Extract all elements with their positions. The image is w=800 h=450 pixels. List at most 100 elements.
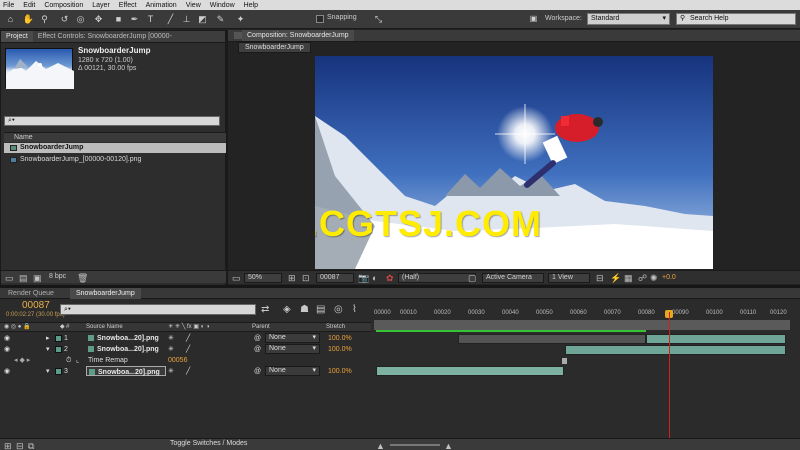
timeline-current-time[interactable]: 00087	[22, 300, 50, 311]
stretch-value[interactable]: 100.0%	[328, 366, 352, 377]
brush-icon[interactable]: ╱	[164, 13, 177, 25]
stretch-value[interactable]: 100.0%	[328, 344, 352, 355]
in-out-icon[interactable]: ⧉	[28, 440, 34, 450]
puppet-pin-icon[interactable]: ✦	[234, 13, 247, 25]
comp-subtab[interactable]: SnowboarderJump	[238, 42, 311, 53]
layer-1-bar-before[interactable]	[458, 334, 646, 344]
zoom-out-icon[interactable]: ▲	[376, 440, 385, 450]
pan-behind-icon[interactable]: ✥	[92, 13, 105, 25]
menu-window[interactable]: Window	[210, 2, 235, 9]
hand-icon[interactable]: ✋	[22, 13, 35, 25]
hide-shy-layers-icon[interactable]: ☗	[300, 304, 309, 315]
always-preview-icon[interactable]: ▭	[232, 272, 241, 284]
snap-options-icon[interactable]: ⤡	[372, 13, 385, 25]
bpc-label[interactable]: 8 bpc	[49, 273, 66, 280]
tab-snowboarderjump[interactable]: SnowboarderJump	[70, 288, 141, 299]
expand-arrow-icon[interactable]: ▾	[46, 344, 50, 355]
comp-mini-flowchart-icon[interactable]: ⇄	[261, 304, 269, 315]
work-area-bar[interactable]	[374, 320, 790, 330]
label-color-swatch[interactable]	[55, 335, 62, 342]
magnification-select[interactable]: 50%	[244, 273, 282, 283]
new-comp-icon[interactable]: ▣	[33, 272, 42, 284]
tab-composition[interactable]: Composition: SnowboarderJump	[242, 30, 354, 41]
rectangle-mask-icon[interactable]: ■	[112, 13, 125, 25]
resolution-select[interactable]: (Half)	[398, 273, 476, 283]
label-color-swatch[interactable]	[55, 368, 62, 375]
project-row-comp[interactable]: SnowboarderJump	[4, 143, 226, 153]
shy-switch-icon[interactable]: ✳	[168, 344, 174, 355]
exposure-icon[interactable]: ✺	[650, 272, 658, 284]
layer-1-bar[interactable]	[646, 334, 786, 344]
menu-view[interactable]: View	[186, 2, 201, 9]
motion-blur-icon[interactable]: ◎	[334, 304, 343, 315]
layer-switches-icon[interactable]: ⊞	[4, 440, 12, 450]
roto-brush-icon[interactable]: ✎	[214, 13, 227, 25]
column-stretch[interactable]: Stretch	[326, 323, 345, 332]
parent-pickwhip-icon[interactable]: @	[254, 333, 261, 344]
menu-help[interactable]: Help	[244, 2, 258, 9]
stretch-value[interactable]: 100.0%	[328, 333, 352, 344]
stopwatch-icon[interactable]: ⏱	[66, 355, 71, 366]
panel-menu-icon[interactable]	[234, 32, 242, 39]
search-help-input[interactable]: ⚲ Search Help	[676, 13, 796, 25]
parent-pickwhip-icon[interactable]: @	[254, 344, 261, 355]
menu-effect[interactable]: Effect	[119, 2, 137, 9]
toggle-switches-modes-button[interactable]: Toggle Switches / Modes	[170, 440, 247, 447]
label-color-swatch[interactable]	[55, 346, 62, 353]
time-remap-row[interactable]: ◂ ◆ ▸ ⏱ ⌞ Time Remap 00056	[0, 355, 371, 366]
layer-name[interactable]: Snowboa...20].png	[86, 366, 166, 376]
draft-3d-icon[interactable]: ◈	[283, 304, 291, 315]
layer-name[interactable]: Snowboa...20].png	[86, 344, 166, 354]
transfer-controls-icon[interactable]: ⊟	[16, 440, 24, 450]
exposure-value[interactable]: +0.0	[662, 274, 676, 281]
parent-select[interactable]: None ▾	[265, 344, 320, 354]
menu-file[interactable]: File	[3, 2, 14, 9]
shy-switch-icon[interactable]: ✳	[168, 333, 174, 344]
menu-composition[interactable]: Composition	[44, 2, 83, 9]
tab-render-queue[interactable]: Render Queue	[2, 288, 60, 299]
parent-select[interactable]: None ▾	[265, 366, 320, 376]
menu-animation[interactable]: Animation	[146, 2, 177, 9]
eye-icon[interactable]: ◉	[4, 366, 10, 377]
tab-effect-controls[interactable]: Effect Controls: SnowboarderJump [00000-	[33, 31, 177, 42]
type-icon[interactable]: T	[144, 13, 157, 25]
expand-arrow-icon[interactable]: ▾	[46, 366, 50, 377]
new-folder-icon[interactable]: ▤	[19, 272, 28, 284]
channel-icon[interactable]: ✿	[386, 272, 394, 284]
eye-icon[interactable]: ◉	[4, 344, 10, 355]
flowchart-icon[interactable]: ☍	[638, 272, 647, 284]
current-time-field[interactable]: 00087	[316, 273, 354, 283]
column-source-name[interactable]: Source Name	[86, 323, 123, 332]
timeline-search-input[interactable]: ⌕▾	[60, 304, 256, 315]
graph-icon[interactable]: ⌞	[76, 355, 79, 366]
toggle-pixel-aspect-icon[interactable]: ⊟	[596, 272, 604, 284]
layer-row-2[interactable]: ◉ ▾ 2 Snowboa...20].png ✳ ╱ @ None ▾ 100.…	[0, 344, 371, 355]
mask-visibility-icon[interactable]: ⊡	[302, 272, 310, 284]
pen-icon[interactable]: ✒	[128, 13, 141, 25]
menu-edit[interactable]: Edit	[23, 2, 35, 9]
current-time-indicator[interactable]	[669, 312, 670, 438]
camera-select[interactable]: Active Camera	[482, 273, 544, 283]
workspace-select[interactable]: Standard ▾	[587, 13, 670, 25]
fast-previews-icon[interactable]: ⚡	[610, 272, 621, 284]
column-parent[interactable]: Parent	[252, 323, 270, 332]
quality-switch-icon[interactable]: ╱	[186, 344, 190, 355]
composition-viewer[interactable]: WWW.CGTSJ.COM	[315, 56, 713, 269]
time-remap-value[interactable]: 00056	[168, 355, 187, 366]
eye-icon[interactable]: ◉	[4, 333, 10, 344]
frame-blending-icon[interactable]: ▤	[316, 304, 325, 315]
clone-stamp-icon[interactable]: ⊥	[180, 13, 193, 25]
zoom-in-icon[interactable]: ▲	[444, 440, 453, 450]
layer-name[interactable]: Snowboa...20].png	[86, 333, 166, 343]
home-icon[interactable]: ⌂	[4, 13, 17, 25]
zoom-icon[interactable]: ⚲	[38, 13, 51, 25]
quality-switch-icon[interactable]: ╱	[186, 366, 190, 377]
region-of-interest-icon[interactable]: ▢	[468, 272, 477, 284]
project-search-input[interactable]: ⌕▾	[4, 116, 220, 126]
safe-margins-icon[interactable]: ⊞	[288, 272, 296, 284]
expand-arrow-icon[interactable]: ▸	[46, 333, 50, 344]
time-remap-keyframe[interactable]	[562, 358, 567, 364]
project-row-footage[interactable]: SnowboarderJump_[00000-00120].png	[4, 155, 226, 165]
layer-row-3[interactable]: ◉ ▾ 3 Snowboa...20].png ✳ ╱ @ None ▾ 100.…	[0, 366, 371, 377]
project-column-name[interactable]: Name	[4, 132, 226, 142]
